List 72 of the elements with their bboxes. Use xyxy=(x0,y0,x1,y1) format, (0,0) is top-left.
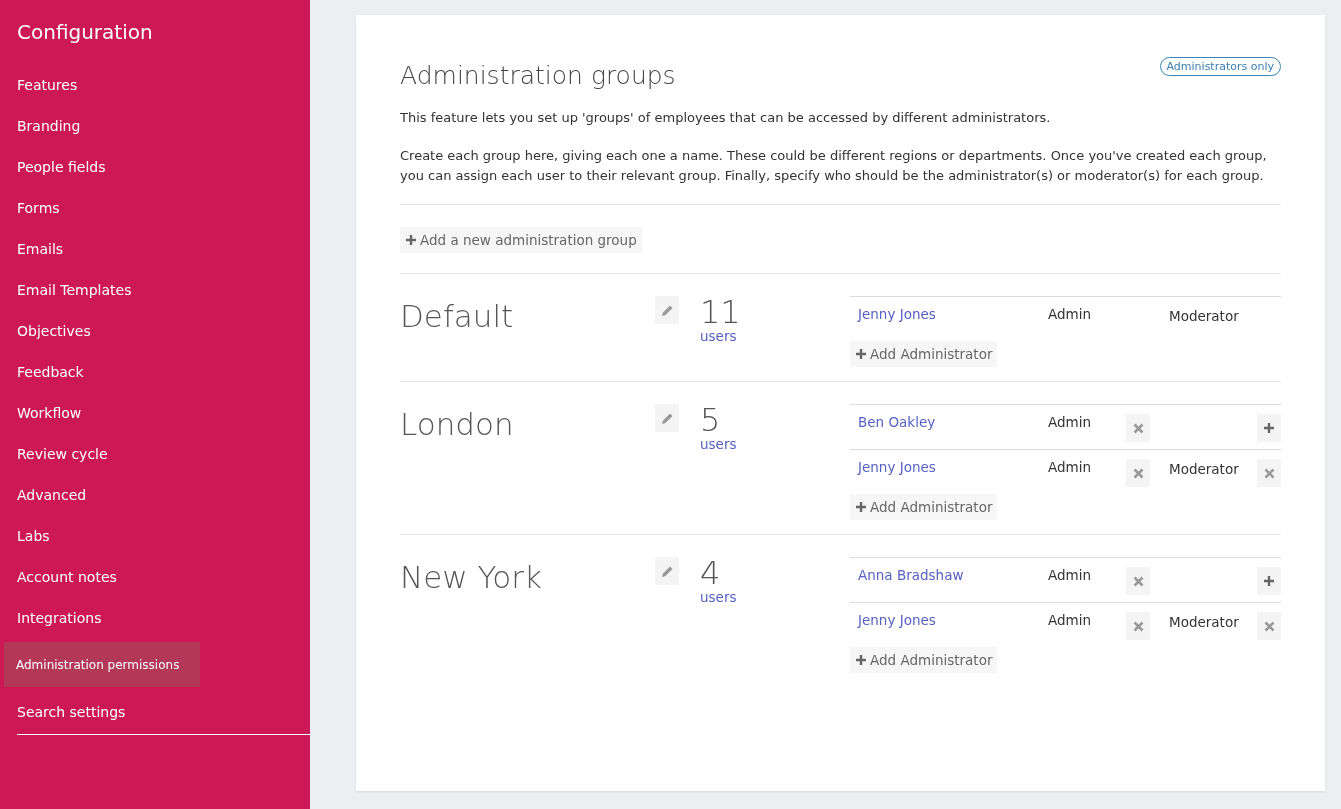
user-count: 4 xyxy=(700,557,722,589)
remove-button[interactable] xyxy=(1257,459,1281,487)
sidebar-item[interactable]: People fields xyxy=(0,146,310,187)
sidebar-item[interactable]: Advanced xyxy=(0,474,310,515)
description-text: This feature lets you set up 'groups' of employees that can be accessed by different administrators. xyxy=(400,109,1052,127)
add-group-button[interactable]: Add a new administration group xyxy=(400,227,642,253)
group-name: New York xyxy=(400,558,543,597)
add-button[interactable] xyxy=(1257,567,1281,595)
description-text: Create each group here, giving each one a name. These could be different regions or departments. Once you've created each group, you can assign each user to their relevant group. Finally, specify who should be the administrator(s) or moderator(s) for each group. xyxy=(400,147,1268,185)
role-label: Admin xyxy=(1048,459,1093,475)
member-name-link[interactable]: Jenny Jones xyxy=(858,306,1048,322)
close-icon xyxy=(1132,467,1144,479)
pencil-icon xyxy=(660,411,674,425)
group-name: London xyxy=(400,405,515,444)
close-icon xyxy=(1132,422,1144,434)
close-icon xyxy=(1263,620,1275,632)
sidebar-item[interactable]: Integrations xyxy=(0,597,310,638)
sidebar-item[interactable]: Labs xyxy=(0,515,310,556)
member-name-link[interactable]: Jenny Jones xyxy=(858,459,1048,475)
remove-button[interactable] xyxy=(1126,612,1150,640)
sidebar-item[interactable]: Features xyxy=(0,64,310,105)
users-link[interactable]: users xyxy=(700,589,850,605)
role-label: Admin xyxy=(1048,612,1093,628)
edit-button[interactable] xyxy=(655,296,679,324)
member-name-link[interactable]: Jenny Jones xyxy=(858,612,1048,628)
role-label: Admin xyxy=(1048,414,1093,430)
sidebar-item[interactable]: Objectives xyxy=(0,310,310,351)
role-label: Moderator xyxy=(1169,308,1239,324)
plus-icon xyxy=(1263,422,1275,434)
users-link[interactable]: users xyxy=(700,328,850,344)
add-administrator-button[interactable]: Add Administrator xyxy=(850,341,998,367)
remove-button[interactable] xyxy=(1126,567,1150,595)
sidebar-item[interactable]: Workflow xyxy=(0,392,310,433)
close-icon xyxy=(1132,575,1144,587)
remove-button[interactable] xyxy=(1257,612,1281,640)
sidebar-item[interactable]: Feedback xyxy=(0,351,310,392)
add-administrator-button[interactable]: Add Administrator xyxy=(850,647,998,673)
users-link[interactable]: users xyxy=(700,436,850,452)
sidebar-item[interactable]: Forms xyxy=(0,187,310,228)
sidebar-title: Configuration xyxy=(16,20,154,44)
pencil-icon xyxy=(660,303,674,317)
group-name: Default xyxy=(400,297,515,336)
plus-icon xyxy=(1263,575,1275,587)
role-label: Admin xyxy=(1048,306,1093,322)
page-title: Administration groups xyxy=(400,61,676,90)
edit-button[interactable] xyxy=(655,404,679,432)
role-label: Moderator xyxy=(1169,461,1239,477)
sidebar-item[interactable]: Branding xyxy=(0,105,310,146)
add-button[interactable] xyxy=(1257,414,1281,442)
sidebar-item[interactable]: Emails xyxy=(0,228,310,269)
edit-button[interactable] xyxy=(655,557,679,585)
sidebar-item[interactable]: Review cycle xyxy=(0,433,310,474)
member-name-link[interactable]: Ben Oakley xyxy=(858,414,1048,430)
remove-button[interactable] xyxy=(1126,414,1150,442)
plus-icon xyxy=(855,348,867,360)
user-count: 11 xyxy=(700,296,742,328)
role-label: Admin xyxy=(1048,567,1093,583)
user-count: 5 xyxy=(700,404,722,436)
pencil-icon xyxy=(660,564,674,578)
plus-icon xyxy=(855,654,867,666)
role-label: Moderator xyxy=(1169,614,1239,630)
sidebar-item[interactable]: Account notes xyxy=(0,556,310,597)
add-administrator-button[interactable]: Add Administrator xyxy=(850,494,998,520)
member-name-link[interactable]: Anna Bradshaw xyxy=(858,567,1048,583)
sidebar-item[interactable]: Administration permissions xyxy=(4,642,200,687)
plus-icon xyxy=(405,234,417,246)
sidebar-item[interactable]: Search settings xyxy=(0,691,310,732)
close-icon xyxy=(1263,467,1275,479)
remove-button[interactable] xyxy=(1126,459,1150,487)
close-icon xyxy=(1132,620,1144,632)
sidebar-item[interactable]: Email Templates xyxy=(0,269,310,310)
plus-icon xyxy=(855,501,867,513)
